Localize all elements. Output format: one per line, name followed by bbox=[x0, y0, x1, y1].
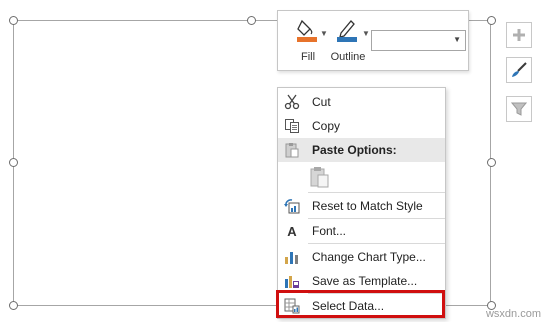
menu-item-cut-label: Cut bbox=[312, 95, 331, 109]
menu-item-copy[interactable]: Copy bbox=[278, 114, 445, 138]
paintbrush-icon bbox=[512, 62, 527, 77]
resize-handle-bottom-left[interactable] bbox=[9, 301, 18, 310]
menu-item-reset-label: Reset to Match Style bbox=[312, 199, 423, 213]
chart-elements-button[interactable] bbox=[506, 22, 532, 48]
outline-label: Outline bbox=[330, 51, 366, 63]
funnel-icon bbox=[511, 102, 527, 116]
watermark: wsxdn.com bbox=[485, 308, 541, 320]
resize-handle-middle-right[interactable] bbox=[487, 158, 496, 167]
chart-type-icon bbox=[284, 249, 300, 265]
paste-icon bbox=[284, 142, 300, 163]
font-icon: A bbox=[287, 223, 297, 239]
plus-icon bbox=[513, 29, 525, 41]
paint-bucket-icon bbox=[297, 19, 317, 42]
resize-handle-top-right[interactable] bbox=[487, 16, 496, 25]
chart-filters-button[interactable] bbox=[506, 96, 532, 122]
menu-item-change-chart-type[interactable]: Change Chart Type... bbox=[278, 245, 445, 269]
chart-elements-dropdown[interactable]: ▼ bbox=[371, 30, 466, 51]
resize-handle-top-left[interactable] bbox=[9, 16, 18, 25]
context-menu: Cut Copy Paste Options: Reset to Match S… bbox=[277, 87, 446, 319]
paste-clipboard-icon bbox=[310, 167, 329, 188]
outline-dropdown-icon[interactable]: ▼ bbox=[362, 29, 370, 38]
menu-separator bbox=[308, 243, 445, 244]
resize-handle-middle-left[interactable] bbox=[9, 158, 18, 167]
copy-icon bbox=[284, 118, 300, 134]
fill-label: Fill bbox=[300, 51, 316, 63]
menu-item-save-as-template-label: Save as Template... bbox=[312, 274, 418, 288]
menu-item-reset-to-match-style[interactable]: Reset to Match Style bbox=[278, 194, 445, 218]
menu-item-change-chart-type-label: Change Chart Type... bbox=[312, 250, 426, 264]
pen-icon bbox=[337, 20, 357, 42]
resize-handle-top-center[interactable] bbox=[247, 16, 256, 25]
menu-item-font[interactable]: A Font... bbox=[278, 219, 445, 243]
reset-style-icon bbox=[284, 198, 300, 214]
chart-styles-button[interactable] bbox=[506, 57, 532, 83]
template-icon bbox=[284, 273, 300, 289]
menu-item-font-label: Font... bbox=[312, 224, 347, 238]
mini-toolbar: ▼ Fill ▼ Outline ▼ bbox=[277, 10, 469, 71]
menu-item-cut[interactable]: Cut bbox=[278, 90, 445, 114]
paste-options-header: Paste Options: bbox=[278, 138, 445, 162]
outline-button[interactable]: ▼ Outline bbox=[326, 17, 370, 63]
chevron-down-icon: ▼ bbox=[453, 35, 461, 44]
menu-separator bbox=[308, 192, 445, 193]
paste-option-button[interactable] bbox=[308, 165, 332, 189]
select-data-highlight-box bbox=[276, 290, 445, 318]
scissors-icon bbox=[284, 94, 300, 110]
menu-item-copy-label: Copy bbox=[312, 119, 341, 133]
fill-button[interactable]: ▼ Fill bbox=[286, 17, 330, 63]
paste-options-label: Paste Options: bbox=[312, 143, 397, 157]
